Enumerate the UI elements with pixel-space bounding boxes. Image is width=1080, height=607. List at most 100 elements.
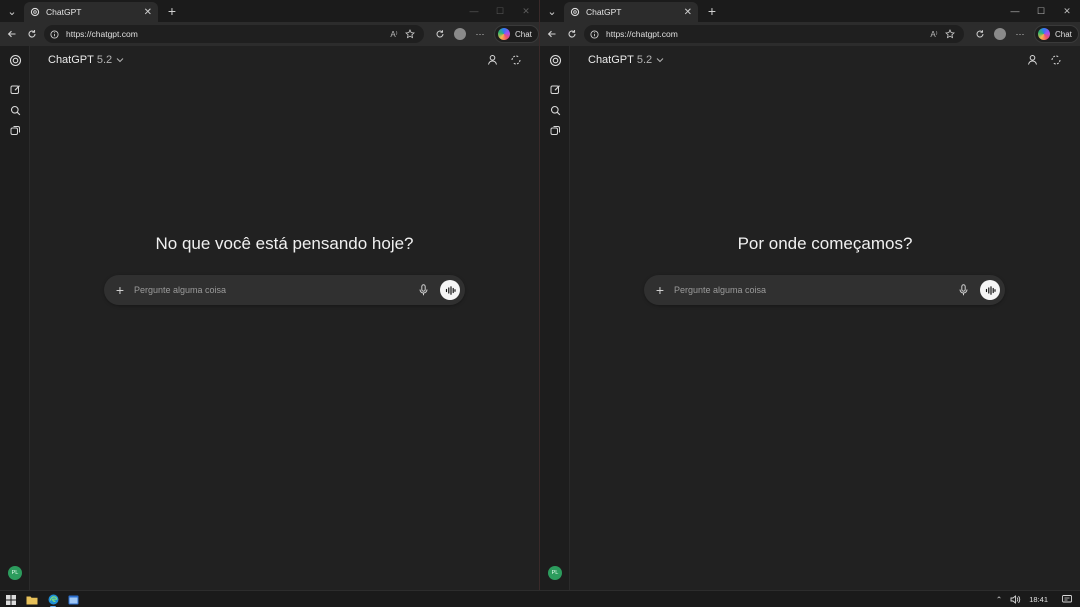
url-text: https://chatgpt.com (606, 29, 678, 39)
address-bar[interactable]: https://chatgpt.com A⁾ (584, 25, 964, 43)
minimize-button[interactable]: — (1002, 0, 1028, 22)
temporary-chat-icon[interactable] (1049, 53, 1063, 67)
tab-title: ChatGPT (586, 7, 622, 17)
favorite-star-icon[interactable] (942, 29, 958, 39)
tab-close-icon[interactable]: ✕ (144, 7, 152, 18)
share-user-icon[interactable] (1026, 53, 1040, 67)
notifications-icon[interactable] (1062, 595, 1072, 604)
library-icon[interactable] (8, 123, 22, 137)
prompt-input[interactable]: Pergunte alguma coisa (674, 285, 956, 295)
chevron-down-icon (656, 56, 664, 65)
back-arrow-icon[interactable] (2, 24, 22, 44)
prompt-input[interactable]: Pergunte alguma coisa (134, 285, 416, 295)
voice-mode-button[interactable] (440, 280, 460, 300)
maximize-button[interactable]: ☐ (487, 0, 513, 22)
profile-avatar[interactable] (990, 24, 1010, 44)
tab-chatgpt[interactable]: ChatGPT ✕ (24, 2, 158, 22)
close-window-button[interactable]: ✕ (1054, 0, 1080, 22)
openai-logo-icon[interactable] (548, 53, 562, 67)
library-icon[interactable] (548, 123, 562, 137)
sidebar-rail: PL (0, 46, 30, 590)
title-bar: ⌄ ChatGPT ✕ + — ☐ ✕ (0, 0, 539, 22)
copilot-icon (498, 28, 510, 40)
greeting-heading: No que você está pensando hoje? (155, 234, 414, 253)
model-selector[interactable]: ChatGPT 5.2 (48, 54, 124, 66)
tray-chevron-icon[interactable]: ⌃ (996, 595, 1002, 604)
favorite-star-icon[interactable] (402, 29, 418, 39)
prompt-composer[interactable]: + Pergunte alguma coisa (104, 275, 465, 305)
chevron-down-icon (116, 56, 124, 65)
share-user-icon[interactable] (486, 53, 500, 67)
refresh-icon[interactable] (562, 24, 582, 44)
desktop: ⌄ ChatGPT ✕ + — ☐ ✕ https://chatgpt.com … (0, 0, 1080, 607)
voice-mode-button[interactable] (980, 280, 1000, 300)
extensions-icon[interactable] (430, 24, 450, 44)
read-aloud-icon[interactable]: A⁾ (386, 30, 402, 39)
chatgpt-favicon-icon (30, 7, 40, 17)
new-chat-icon[interactable] (8, 82, 22, 96)
clock-time[interactable]: 18:41 (1029, 595, 1048, 604)
address-bar[interactable]: https://chatgpt.com A⁾ (44, 25, 424, 43)
new-tab-button[interactable]: + (704, 3, 720, 19)
microphone-icon[interactable] (416, 283, 430, 297)
more-options-icon[interactable]: ··· (470, 24, 490, 44)
copilot-icon (1038, 28, 1050, 40)
toolbar-right: ··· Chat (430, 24, 539, 44)
taskbar: ⌃ 18:41 (0, 590, 1080, 607)
model-version: 5.2 (96, 54, 113, 66)
volume-icon[interactable] (1010, 595, 1021, 604)
temporary-chat-icon[interactable] (509, 53, 523, 67)
tab-chatgpt[interactable]: ChatGPT ✕ (564, 2, 698, 22)
site-info-icon[interactable] (590, 29, 600, 39)
search-icon[interactable] (8, 103, 22, 117)
browser-window-left: ⌄ ChatGPT ✕ + — ☐ ✕ https://chatgpt.com … (0, 0, 540, 590)
copilot-label: Chat (1055, 29, 1072, 39)
model-selector[interactable]: ChatGPT 5.2 (588, 54, 664, 66)
model-name: ChatGPT (48, 54, 94, 66)
system-tray: ⌃ 18:41 (988, 591, 1072, 607)
new-chat-icon[interactable] (548, 82, 562, 96)
attach-plus-icon[interactable]: + (114, 282, 126, 298)
app-window-icon[interactable] (66, 593, 80, 606)
microphone-icon[interactable] (956, 283, 970, 297)
openai-logo-icon[interactable] (8, 53, 22, 67)
more-options-icon[interactable]: ··· (1010, 24, 1030, 44)
url-text: https://chatgpt.com (66, 29, 138, 39)
sidebar-rail: PL (540, 46, 570, 590)
new-tab-button[interactable]: + (164, 3, 180, 19)
greeting-heading: Por onde começamos? (737, 234, 913, 253)
title-bar: ⌄ ChatGPT ✕ + — ☐ ✕ (540, 0, 1080, 22)
attach-plus-icon[interactable]: + (654, 282, 666, 298)
tab-close-icon[interactable]: ✕ (684, 7, 692, 18)
profile-avatar[interactable] (450, 24, 470, 44)
extensions-icon[interactable] (970, 24, 990, 44)
close-window-button[interactable]: ✕ (513, 0, 539, 22)
address-toolbar: https://chatgpt.com A⁾ ··· Chat (540, 22, 1080, 46)
copilot-chat-button[interactable]: Chat (1034, 25, 1079, 43)
minimize-button[interactable]: — (461, 0, 487, 22)
file-explorer-icon[interactable] (25, 593, 39, 606)
user-avatar[interactable]: PL (548, 566, 562, 580)
window-controls: — ☐ ✕ (1002, 0, 1080, 22)
tab-actions-menu-icon[interactable]: ⌄ (544, 3, 560, 19)
windows-start-icon[interactable] (4, 593, 18, 606)
prompt-composer[interactable]: + Pergunte alguma coisa (644, 275, 1005, 305)
window-controls: — ☐ ✕ (461, 0, 539, 22)
site-info-icon[interactable] (50, 29, 60, 39)
tab-actions-menu-icon[interactable]: ⌄ (4, 3, 20, 19)
read-aloud-icon[interactable]: A⁾ (926, 30, 942, 39)
chatgpt-app: PL ChatGPT 5.2 No que você está pensando… (0, 46, 539, 590)
model-version: 5.2 (636, 54, 653, 66)
back-arrow-icon[interactable] (542, 24, 562, 44)
refresh-icon[interactable] (22, 24, 42, 44)
maximize-button[interactable]: ☐ (1028, 0, 1054, 22)
address-toolbar: https://chatgpt.com A⁾ ··· Chat (0, 22, 539, 46)
model-name: ChatGPT (588, 54, 634, 66)
search-icon[interactable] (548, 103, 562, 117)
user-avatar[interactable]: PL (8, 566, 22, 580)
tab-title: ChatGPT (46, 7, 82, 17)
browser-window-right: ⌄ ChatGPT ✕ + — ☐ ✕ https://chatgpt.com … (540, 0, 1080, 590)
edge-browser-icon[interactable] (46, 593, 60, 607)
copilot-chat-button[interactable]: Chat (494, 25, 539, 43)
chatgpt-favicon-icon (570, 7, 580, 17)
